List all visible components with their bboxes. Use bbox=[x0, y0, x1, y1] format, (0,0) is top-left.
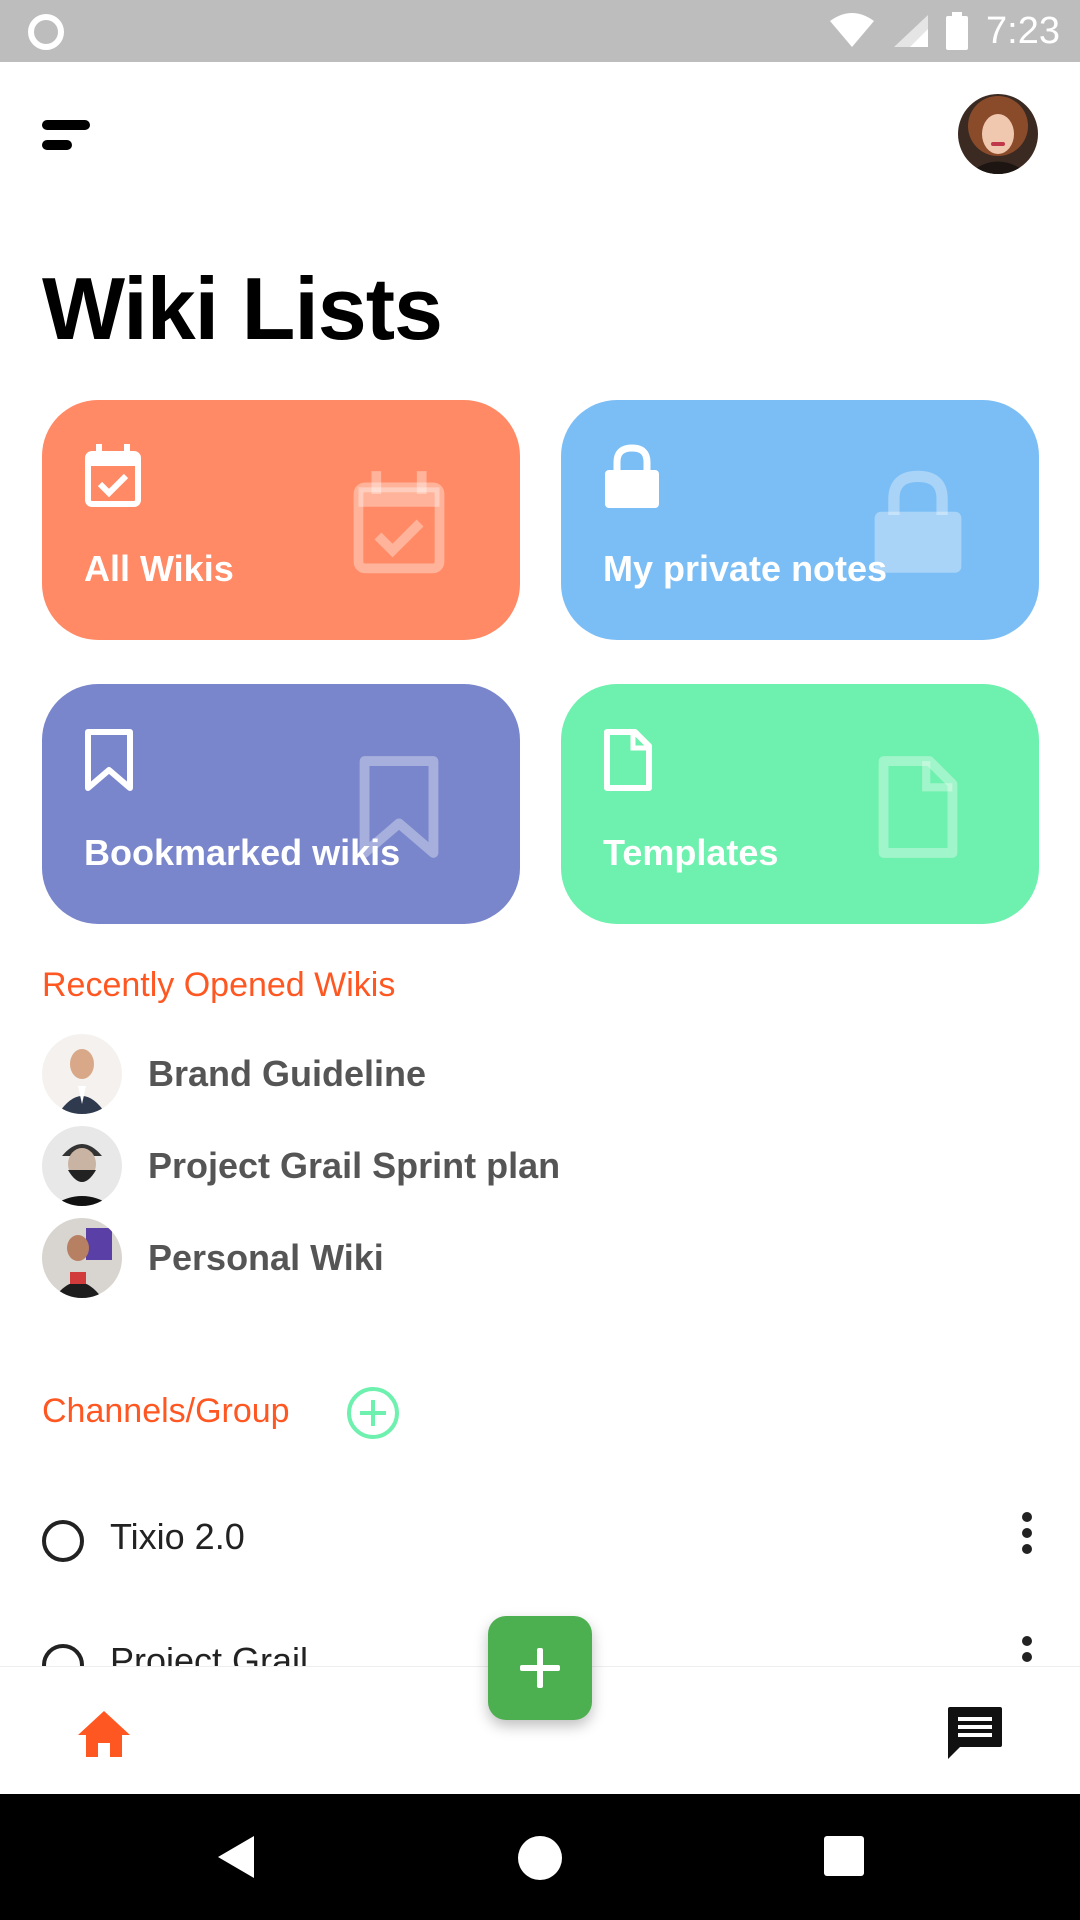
card-all-wikis[interactable]: All Wikis bbox=[42, 400, 520, 640]
recent-item[interactable]: Personal Wiki bbox=[42, 1218, 742, 1298]
recents-button[interactable] bbox=[824, 1836, 864, 1876]
card-label: All Wikis bbox=[84, 548, 234, 589]
recent-item-label: Brand Guideline bbox=[148, 1053, 427, 1094]
app-screen: 7:23 Wiki Lists All Wikis My private not… bbox=[0, 0, 1080, 1920]
home-button[interactable] bbox=[518, 1836, 562, 1880]
wifi-icon bbox=[830, 13, 875, 47]
page-title: Wiki Lists bbox=[42, 259, 443, 358]
add-wiki-button[interactable] bbox=[488, 1616, 592, 1720]
card-label: My private notes bbox=[603, 548, 888, 589]
calendar-check-bg-icon bbox=[353, 471, 445, 574]
avatar bbox=[42, 1034, 122, 1114]
recent-item-label: Personal Wiki bbox=[148, 1237, 384, 1278]
card-templates[interactable]: Templates bbox=[561, 684, 1039, 924]
card-private-notes[interactable]: My private notes bbox=[561, 400, 1039, 640]
recent-wikis-heading: Recently Opened Wikis bbox=[42, 966, 396, 1004]
back-icon[interactable] bbox=[216, 1834, 256, 1880]
recent-item-label: Project Grail Sprint plan bbox=[148, 1145, 561, 1186]
channels-heading: Channels/Group bbox=[42, 1392, 290, 1430]
file-icon bbox=[604, 729, 652, 791]
system-navigation-bar bbox=[0, 1794, 1080, 1920]
recent-item[interactable]: Brand Guideline bbox=[42, 1034, 742, 1114]
channel-radio[interactable] bbox=[42, 1520, 84, 1562]
card-bookmarked-wikis[interactable]: Bookmarked wikis bbox=[42, 684, 520, 924]
calendar-check-icon bbox=[85, 444, 141, 507]
status-bar: 7:23 bbox=[0, 0, 1080, 62]
avatar[interactable] bbox=[958, 94, 1038, 174]
avatar bbox=[42, 1218, 122, 1298]
notification-icon bbox=[28, 14, 64, 50]
status-time: 7:23 bbox=[986, 9, 1060, 52]
avatar bbox=[42, 1126, 122, 1206]
battery-icon bbox=[946, 12, 969, 50]
recent-item[interactable]: Project Grail Sprint plan bbox=[42, 1126, 742, 1206]
add-channel-icon[interactable] bbox=[346, 1386, 400, 1440]
lock-icon bbox=[605, 444, 659, 508]
card-label: Bookmarked wikis bbox=[84, 832, 401, 873]
channel-item[interactable]: Tixio 2.0 bbox=[42, 1512, 1042, 1572]
status-icons: 7:23 bbox=[830, 0, 1060, 62]
chat-icon[interactable] bbox=[946, 1705, 1004, 1761]
file-bg-icon bbox=[878, 756, 958, 858]
cell-signal-icon bbox=[894, 15, 929, 47]
profile-photo bbox=[958, 94, 1038, 174]
menu-icon[interactable] bbox=[42, 120, 92, 154]
channel-label: Tixio 2.0 bbox=[110, 1516, 245, 1557]
more-options-icon[interactable] bbox=[1012, 1512, 1042, 1568]
home-icon[interactable] bbox=[76, 1709, 132, 1759]
card-label: Templates bbox=[603, 832, 779, 873]
bookmark-icon bbox=[85, 729, 133, 791]
